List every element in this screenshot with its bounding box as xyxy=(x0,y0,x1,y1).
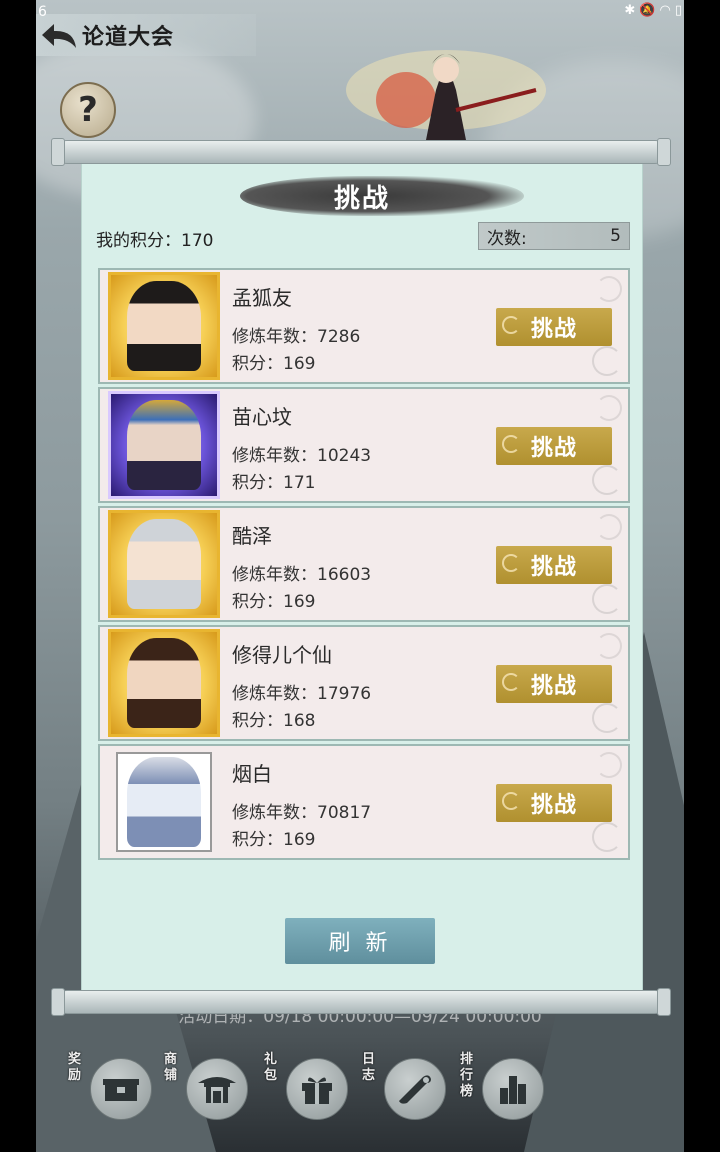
wifi-icon: ◠ xyxy=(659,3,671,18)
gift-box-icon xyxy=(286,1058,348,1120)
opponent-score: 积分：169 xyxy=(232,354,316,374)
decorative-cloud-icon xyxy=(596,395,622,421)
challenge-button[interactable]: 挑战 xyxy=(496,546,612,584)
opponent-avatar xyxy=(116,752,212,852)
challenge-button-label: 挑战 xyxy=(530,555,577,580)
scroll-log-icon xyxy=(399,1075,431,1104)
opponent-name: 烟白 xyxy=(232,762,272,786)
portrait xyxy=(127,281,201,371)
help-button[interactable]: ? xyxy=(60,82,116,138)
nav-log-button[interactable]: 日志 xyxy=(360,1050,450,1126)
challenge-panel: 挑战 我的积分：170 次数: 5 孟狐友 修炼年数：7286 积分：169 挑… xyxy=(82,160,642,992)
opponent-list: 孟狐友 修炼年数：7286 积分：169 挑战 苗心坟 修炼年数：10243 积… xyxy=(98,268,630,863)
decorative-cloud-icon xyxy=(596,276,622,302)
opponent-avatar xyxy=(108,391,220,499)
nav-ranking-button[interactable]: 排行榜 xyxy=(458,1050,548,1126)
decorative-cloud-icon xyxy=(596,633,622,659)
nav-label: 礼包 xyxy=(264,1052,278,1083)
portrait xyxy=(127,757,201,847)
scroll-bottom-rod xyxy=(51,988,671,1016)
opponent-score: 积分：171 xyxy=(232,473,316,493)
swirl-icon xyxy=(502,792,520,810)
question-mark-icon: ? xyxy=(78,90,98,130)
challenge-count: 次数: 5 xyxy=(478,222,630,250)
opponent-row: 烟白 修炼年数：70817 积分：169 挑战 xyxy=(98,744,630,860)
opponent-name: 孟狐友 xyxy=(232,286,292,310)
my-score-value: 170 xyxy=(181,231,214,251)
status-bar: 6 ✱ 🔕 ◠ ▯ xyxy=(0,0,720,26)
opponent-score: 积分：168 xyxy=(232,711,316,731)
gift-box-icon xyxy=(302,1077,332,1104)
portrait xyxy=(127,638,201,728)
status-icons: ✱ 🔕 ◠ ▯ xyxy=(624,3,682,18)
reward-chest-icon xyxy=(90,1058,152,1120)
hero-character-art xyxy=(346,50,546,140)
count-value: 5 xyxy=(610,226,621,246)
opponent-row: 修得儿个仙 修炼年数：17976 积分：168 挑战 xyxy=(98,625,630,741)
swirl-icon xyxy=(502,316,520,334)
panel-title: 挑战 xyxy=(333,184,390,214)
opponent-row: 苗心坟 修炼年数：10243 积分：171 挑战 xyxy=(98,387,630,503)
cultivation-years: 修炼年数：7286 xyxy=(232,327,361,347)
battery-icon: ▯ xyxy=(674,3,682,18)
opponent-avatar xyxy=(108,510,220,618)
opponent-name: 修得儿个仙 xyxy=(232,643,332,667)
opponent-row: 酷泽 修炼年数：16603 积分：169 挑战 xyxy=(98,506,630,622)
decorative-cloud-icon xyxy=(596,514,622,540)
opponent-name: 苗心坟 xyxy=(232,405,292,429)
bottom-nav: 奖励 商铺 礼包 日志 排行榜 xyxy=(66,1050,566,1126)
nav-shop-button[interactable]: 商铺 xyxy=(162,1050,252,1126)
reward-chest-icon xyxy=(103,1079,139,1101)
ranking-bars-icon xyxy=(482,1058,544,1120)
challenge-button[interactable]: 挑战 xyxy=(496,665,612,703)
opponent-avatar xyxy=(108,629,220,737)
challenge-button[interactable]: 挑战 xyxy=(496,427,612,465)
portrait xyxy=(127,519,201,609)
swirl-icon xyxy=(502,673,520,691)
shop-pavilion-icon xyxy=(186,1058,248,1120)
cultivation-years: 修炼年数：17976 xyxy=(232,684,372,704)
opponent-name: 酷泽 xyxy=(232,524,272,548)
nav-label: 奖励 xyxy=(68,1052,82,1083)
opponent-row: 孟狐友 修炼年数：7286 积分：169 挑战 xyxy=(98,268,630,384)
cultivation-years: 修炼年数：16603 xyxy=(232,565,372,585)
bluetooth-icon: ✱ xyxy=(624,3,636,18)
nav-label: 商铺 xyxy=(164,1052,178,1083)
mute-icon: 🔕 xyxy=(639,3,656,18)
shop-pavilion-icon xyxy=(198,1077,236,1103)
my-score-label: 我的积分： xyxy=(96,231,181,251)
challenge-button[interactable]: 挑战 xyxy=(496,784,612,822)
count-label: 次数: xyxy=(487,228,527,249)
challenge-button-label: 挑战 xyxy=(530,436,577,461)
challenge-button-label: 挑战 xyxy=(530,793,577,818)
swirl-icon xyxy=(502,435,520,453)
swirl-icon xyxy=(502,554,520,572)
cultivation-years: 修炼年数：70817 xyxy=(232,803,372,823)
challenge-button-label: 挑战 xyxy=(530,674,577,699)
refresh-button[interactable]: 刷 新 xyxy=(285,918,435,964)
opponent-score: 积分：169 xyxy=(232,592,316,612)
challenge-button-label: 挑战 xyxy=(530,317,577,342)
my-score: 我的积分：170 xyxy=(96,226,213,251)
opponent-score: 积分：169 xyxy=(232,830,316,850)
opponent-avatar xyxy=(108,272,220,380)
nav-label: 日志 xyxy=(362,1052,376,1083)
status-time: 6 xyxy=(38,4,47,20)
cultivation-years: 修炼年数：10243 xyxy=(232,446,372,466)
nav-reward-button[interactable]: 奖励 xyxy=(66,1050,156,1126)
challenge-button[interactable]: 挑战 xyxy=(496,308,612,346)
ranking-bars-icon xyxy=(500,1076,526,1104)
decorative-cloud-icon xyxy=(596,752,622,778)
nav-gift-button[interactable]: 礼包 xyxy=(262,1050,352,1126)
nav-label: 排行榜 xyxy=(460,1052,474,1099)
scroll-top-rod xyxy=(51,138,671,166)
portrait xyxy=(127,400,201,490)
scroll-log-icon xyxy=(384,1058,446,1120)
